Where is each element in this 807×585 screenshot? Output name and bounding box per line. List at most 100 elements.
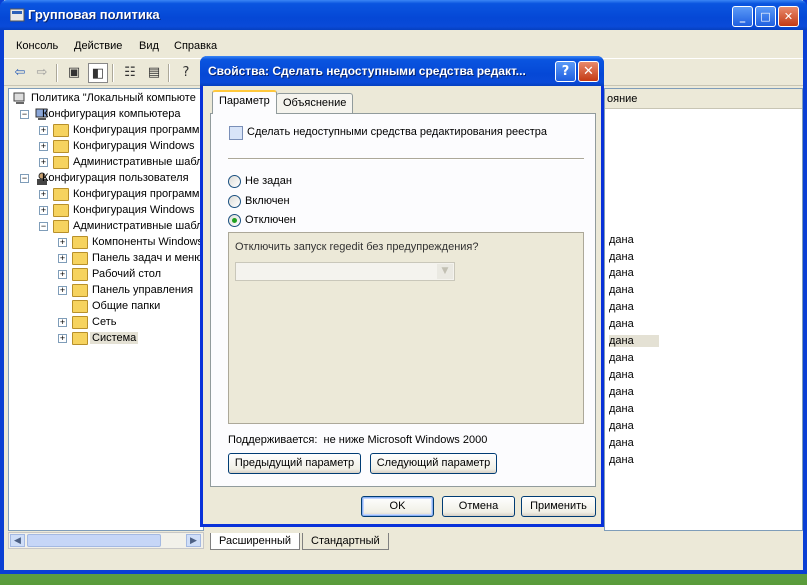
tree-label: Административные шабл	[73, 156, 203, 168]
tree-label: Административные шабл	[73, 220, 203, 232]
menu-view[interactable]: Вид	[139, 40, 159, 52]
previous-setting-button[interactable]: Предыдущий параметр	[228, 453, 361, 474]
tree-label: Панель задач и меню	[92, 252, 203, 264]
tree-label: Панель управления	[92, 284, 194, 296]
scroll-thumb[interactable]	[27, 534, 161, 547]
next-setting-button[interactable]: Следующий параметр	[370, 453, 497, 474]
folder-icon	[53, 124, 69, 137]
policy-setting-icon	[229, 126, 243, 140]
cancel-button[interactable]: Отмена	[442, 496, 515, 517]
collapse-toggle[interactable]: −	[20, 174, 29, 183]
expand-toggle[interactable]: +	[39, 158, 48, 167]
tree-node[interactable]: + Административные шабл	[39, 155, 203, 171]
column-header-label: ояние	[607, 93, 638, 105]
tree-root-label: Политика "Локальный компьюте	[31, 92, 196, 104]
radio-circle-selected[interactable]	[228, 214, 241, 227]
tab-explain[interactable]: Объяснение	[276, 93, 354, 113]
export-list-icon[interactable]: ▤	[144, 63, 164, 83]
column-header-state[interactable]: ояние	[605, 89, 802, 109]
forward-arrow-icon[interactable]: ⇨	[32, 63, 52, 83]
tree-label: Общие папки	[92, 300, 161, 312]
tab-extended[interactable]: Расширенный	[210, 533, 300, 550]
settings-list[interactable]: ояние дана дана дана дана дана дана дана…	[604, 88, 803, 531]
show-tree-icon[interactable]: ◧	[88, 63, 108, 83]
expand-toggle[interactable]: +	[58, 254, 67, 263]
folder-icon	[53, 188, 69, 201]
chevron-down-icon[interactable]: ▼	[437, 264, 453, 279]
properties-icon[interactable]: ☷	[120, 63, 140, 83]
tree-label: Сеть	[92, 316, 117, 328]
tree-node[interactable]: + Сеть	[58, 315, 203, 331]
expand-toggle[interactable]: +	[39, 190, 48, 199]
apply-button[interactable]: Применить	[521, 496, 596, 517]
state-value: дана	[609, 251, 634, 263]
tree-label: Конфигурация пользователя	[42, 172, 189, 184]
tree-node[interactable]: + Панель управления	[58, 283, 203, 299]
maximize-button[interactable]: □	[755, 6, 776, 27]
tree-node-system[interactable]: + Система	[58, 331, 203, 347]
state-value: дана	[609, 369, 634, 381]
ok-button[interactable]: OK	[361, 496, 434, 517]
tree-node[interactable]: + Конфигурация программ	[39, 123, 203, 139]
tree-label: Система	[90, 332, 139, 344]
divider	[228, 158, 584, 160]
help-icon[interactable]: ?	[176, 63, 196, 83]
menu-action[interactable]: Действие	[74, 40, 122, 52]
option-dropdown[interactable]: ▼	[235, 262, 455, 281]
window-title: Групповая политика	[28, 7, 160, 22]
state-value: дана	[609, 267, 634, 279]
tree-node[interactable]: + Конфигурация Windows	[39, 203, 203, 219]
expand-toggle[interactable]: +	[39, 126, 48, 135]
tab-standard[interactable]: Стандартный	[302, 533, 389, 550]
setting-panel: Сделать недоступными средства редактиров…	[210, 113, 596, 487]
tree-node[interactable]: + Панель задач и меню	[58, 251, 203, 267]
tree-node-computer-config[interactable]: − Конфигурация компьютера	[20, 107, 203, 123]
menu-help[interactable]: Справка	[174, 40, 217, 52]
tree-node[interactable]: Общие папки	[58, 299, 203, 315]
option-question: Отключить запуск regedit без предупрежде…	[235, 241, 479, 253]
computer-policy-icon	[13, 92, 29, 105]
back-arrow-icon[interactable]: ⇦	[10, 63, 30, 83]
dialog-help-button[interactable]: ?	[555, 61, 576, 82]
tree-node-user-config[interactable]: − Конфигурация пользователя	[20, 171, 203, 187]
policy-tree[interactable]: Политика "Локальный компьюте − Конфигура…	[8, 88, 204, 531]
folder-icon	[53, 156, 69, 169]
expand-toggle[interactable]: +	[58, 318, 67, 327]
expand-toggle[interactable]: +	[58, 334, 67, 343]
toolbar-separator	[56, 64, 58, 82]
tree-node[interactable]: + Конфигурация программ	[39, 187, 203, 203]
scroll-left-icon[interactable]: ◀	[10, 534, 25, 547]
toolbar-separator	[168, 64, 170, 82]
expand-toggle[interactable]: +	[58, 238, 67, 247]
collapse-toggle[interactable]: −	[39, 222, 48, 231]
dialog-title-bar[interactable]: Свойства: Сделать недоступными средства …	[200, 56, 604, 86]
minimize-button[interactable]: _	[732, 6, 753, 27]
group-policy-icon	[9, 8, 26, 22]
main-title-bar[interactable]: Групповая политика _ □ ✕	[0, 0, 807, 30]
expand-toggle[interactable]: +	[58, 270, 67, 279]
radio-label: Включен	[245, 195, 290, 207]
tab-setting[interactable]: Параметр	[212, 90, 277, 114]
tree-node[interactable]: + Конфигурация Windows	[39, 139, 203, 155]
radio-circle[interactable]	[228, 195, 241, 208]
folder-icon	[72, 252, 88, 265]
tree-node[interactable]: + Рабочий стол	[58, 267, 203, 283]
supported-on: Поддерживается: не ниже Microsoft Window…	[228, 434, 487, 446]
menu-console[interactable]: Консоль	[16, 40, 58, 52]
expand-toggle[interactable]: +	[39, 142, 48, 151]
radio-circle[interactable]	[228, 175, 241, 188]
expand-toggle[interactable]: +	[58, 286, 67, 295]
up-folder-icon[interactable]: ▣	[64, 63, 84, 83]
close-button[interactable]: ✕	[778, 6, 799, 27]
dialog-close-button[interactable]: ✕	[578, 61, 599, 82]
collapse-toggle[interactable]: −	[20, 110, 29, 119]
state-value: дана	[609, 284, 634, 296]
tree-label: Конфигурация Windows	[73, 204, 195, 216]
expand-toggle[interactable]: +	[39, 206, 48, 215]
tree-root[interactable]: Политика "Локальный компьюте	[13, 91, 203, 107]
tree-node[interactable]: + Компоненты Windows	[58, 235, 203, 251]
scroll-right-icon[interactable]: ▶	[186, 534, 201, 547]
tree-node[interactable]: − Административные шабл	[39, 219, 203, 235]
tree-horizontal-scrollbar[interactable]: ◀ ▶	[8, 532, 204, 549]
state-value: дана	[609, 234, 634, 246]
